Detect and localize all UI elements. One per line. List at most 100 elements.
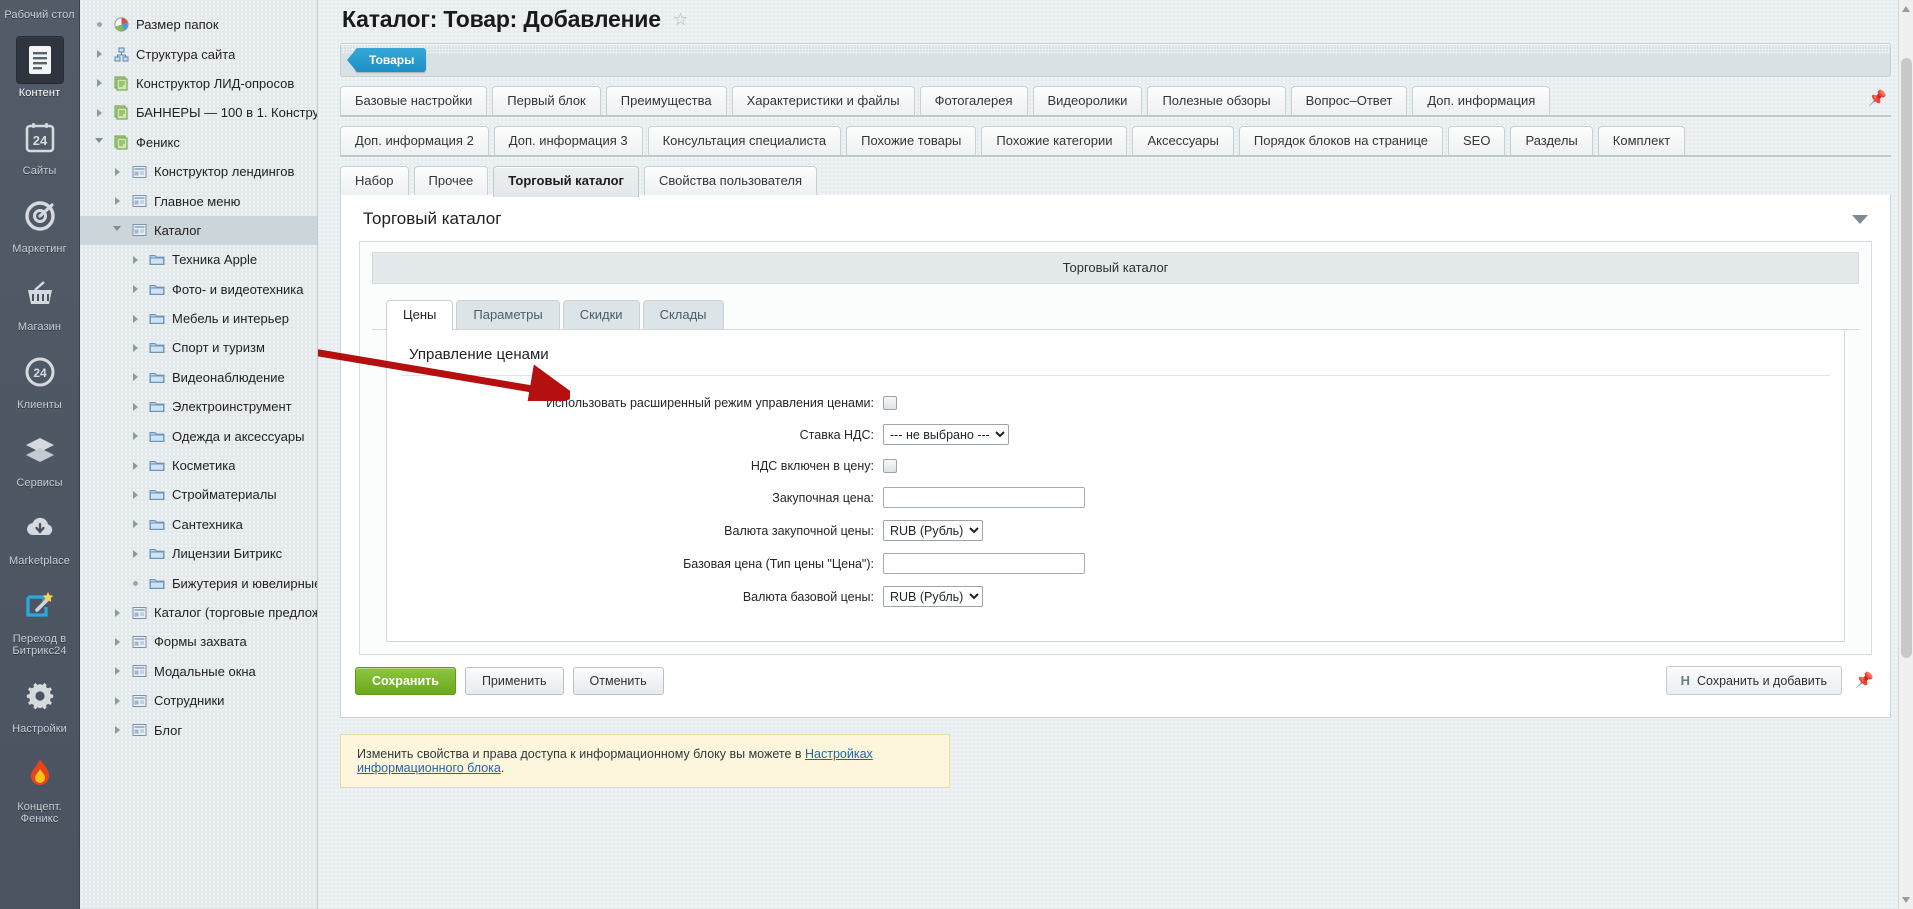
tab-преимущества[interactable]: Преимущества <box>605 86 727 115</box>
tab-консультация-специалиста[interactable]: Консультация специалиста <box>647 126 842 155</box>
tree-item-6[interactable]: Главное меню <box>80 186 317 215</box>
chevron-right-icon[interactable] <box>106 696 128 705</box>
inner-tab-0[interactable]: Цены <box>386 300 454 330</box>
tree-item-9[interactable]: Фото- и видеотехника <box>80 275 317 304</box>
tab-прочее[interactable]: Прочее <box>413 166 489 195</box>
tab-свойства-пользователя[interactable]: Свойства пользователя <box>643 166 817 195</box>
tree-item-16[interactable]: Стройматериалы <box>80 480 317 509</box>
tab-порядок-блоков-на-странице[interactable]: Порядок блоков на странице <box>1238 126 1443 155</box>
tree-item-7[interactable]: Каталог <box>80 215 317 246</box>
tab-похожие-товары[interactable]: Похожие товары <box>846 126 977 155</box>
tree-item-23[interactable]: Сотрудники <box>80 686 317 715</box>
tree-item-12[interactable]: Видеонаблюдение <box>80 363 317 392</box>
tab-первый-блок[interactable]: Первый блок <box>492 86 601 115</box>
tree-item-17[interactable]: Сантехника <box>80 510 317 539</box>
tab-торговый-каталог[interactable]: Торговый каталог <box>493 166 639 197</box>
rail-item-bitrix24[interactable]: Переход в Битрикс24 <box>0 575 79 665</box>
tab-базовые-настройки[interactable]: Базовые настройки <box>340 86 488 115</box>
chevron-right-icon[interactable] <box>106 608 128 617</box>
vat-rate-select[interactable]: --- не выбрано --- <box>883 424 1009 445</box>
scrollbar-thumb[interactable] <box>1901 58 1912 658</box>
scroll-up-arrow-icon[interactable] <box>1902 6 1910 12</box>
star-icon[interactable]: ☆ <box>673 11 688 28</box>
chevron-right-icon[interactable] <box>106 167 128 176</box>
rail-item-clients[interactable]: 24 Клиенты <box>0 341 79 419</box>
base-price-input[interactable] <box>883 553 1085 574</box>
apply-button[interactable]: Применить <box>464 667 564 695</box>
cancel-button[interactable]: Отменить <box>572 667 664 695</box>
inner-tab-1[interactable]: Параметры <box>456 300 560 329</box>
tab-аксессуары[interactable]: Аксессуары <box>1132 126 1234 155</box>
tree-item-4[interactable]: Феникс <box>80 128 317 157</box>
tree-item-3[interactable]: БАННЕРЫ — 100 в 1. Конструктор ба <box>80 98 317 127</box>
tab-вопрос-ответ[interactable]: Вопрос–Ответ <box>1290 86 1408 115</box>
rail-item-desktop[interactable]: Рабочий стол <box>0 2 79 29</box>
rail-item-sites[interactable]: 24 Сайты <box>0 107 79 185</box>
vat-included-checkbox[interactable] <box>883 458 897 473</box>
chevron-right-icon[interactable] <box>106 726 128 735</box>
chevron-right-icon[interactable] <box>124 343 146 352</box>
tree-item-14[interactable]: Одежда и аксессуары <box>80 421 317 450</box>
base-currency-select[interactable]: RUB (Рубль) <box>883 586 983 607</box>
tab-комплект[interactable]: Комплект <box>1597 126 1686 155</box>
tab-характеристики-и-файлы[interactable]: Характеристики и файлы <box>731 86 915 115</box>
tree-item-15[interactable]: Косметика <box>80 451 317 480</box>
tree-item-8[interactable]: Техника Apple <box>80 245 317 274</box>
save-and-add-button[interactable]: Н Сохранить и добавить <box>1665 666 1842 695</box>
tree-item-2[interactable]: Конструктор ЛИД-опросов <box>80 69 317 98</box>
tree-item-1[interactable]: Структура сайта <box>80 39 317 68</box>
breadcrumb-item-products[interactable]: Товары <box>355 48 427 72</box>
rail-item-shop[interactable]: Магазин <box>0 263 79 341</box>
chevron-right-icon[interactable] <box>88 108 110 117</box>
chevron-right-icon[interactable] <box>106 637 128 646</box>
purchase-currency-select[interactable]: RUB (Рубль) <box>883 520 983 541</box>
tree-item-5[interactable]: Конструктор лендингов <box>80 157 317 186</box>
chevron-right-icon[interactable] <box>124 549 146 558</box>
tree-item-21[interactable]: Формы захвата <box>80 627 317 656</box>
tab-доп-информация-3[interactable]: Доп. информация 3 <box>493 126 643 155</box>
chevron-right-icon[interactable] <box>124 520 146 529</box>
rail-item-content[interactable]: Контент <box>0 29 79 107</box>
chevron-right-icon[interactable] <box>106 667 128 676</box>
chevron-right-icon[interactable] <box>124 373 146 382</box>
tree-item-13[interactable]: Электроинструмент <box>80 392 317 421</box>
chevron-right-icon[interactable] <box>124 432 146 441</box>
tree-item-11[interactable]: Спорт и туризм <box>80 333 317 362</box>
chevron-right-icon[interactable] <box>88 50 110 59</box>
inner-tab-3[interactable]: Склады <box>642 300 724 329</box>
chevron-down-icon[interactable] <box>88 137 110 147</box>
tree-bullet-icon[interactable] <box>88 22 110 28</box>
tab-фотогалерея[interactable]: Фотогалерея <box>919 86 1028 115</box>
rail-item-services[interactable]: Сервисы <box>0 419 79 497</box>
rail-item-marketing[interactable]: Маркетинг <box>0 185 79 263</box>
tree-item-19[interactable]: Бижутерия и ювелирные украш <box>80 568 317 597</box>
save-button[interactable]: Сохранить <box>355 667 456 695</box>
tab-seo[interactable]: SEO <box>1448 126 1506 155</box>
tree-item-18[interactable]: Лицензии Битрикс <box>80 539 317 568</box>
tree-bullet-icon[interactable] <box>124 580 146 586</box>
tab-разделы[interactable]: Разделы <box>1510 126 1593 155</box>
chevron-right-icon[interactable] <box>124 490 146 499</box>
chevron-down-icon[interactable] <box>106 225 128 235</box>
scroll-down-arrow-icon[interactable] <box>1902 897 1910 903</box>
chevron-right-icon[interactable] <box>124 314 146 323</box>
chevron-right-icon[interactable] <box>88 79 110 88</box>
tab-полезные-обзоры[interactable]: Полезные обзоры <box>1147 86 1286 115</box>
inner-tab-2[interactable]: Скидки <box>562 300 640 329</box>
vertical-scrollbar[interactable] <box>1898 0 1913 909</box>
iblock-tree-sidebar[interactable]: Размер папок Структура сайта Конструктор Л… <box>80 0 318 909</box>
tab-доп-информация-2[interactable]: Доп. информация 2 <box>340 126 489 155</box>
tab-доп-информация[interactable]: Доп. информация <box>1412 86 1551 115</box>
extended-price-mode-checkbox[interactable] <box>883 395 897 410</box>
tree-item-24[interactable]: Блог <box>80 715 317 744</box>
pin-icon-bottom[interactable]: 📌 <box>1855 671 1874 689</box>
rail-item-settings[interactable]: Настройки <box>0 665 79 743</box>
tree-item-22[interactable]: Модальные окна <box>80 657 317 686</box>
chevron-right-icon[interactable] <box>124 461 146 470</box>
rail-item-phoenix[interactable]: Концепт. Феникс <box>0 743 79 833</box>
chevron-right-icon[interactable] <box>124 402 146 411</box>
tree-item-0[interactable]: Размер папок <box>80 10 317 39</box>
rail-item-marketplace[interactable]: Marketplace <box>0 497 79 575</box>
chevron-down-icon[interactable] <box>1852 214 1868 224</box>
tab-похожие-категории[interactable]: Похожие категории <box>981 126 1128 155</box>
